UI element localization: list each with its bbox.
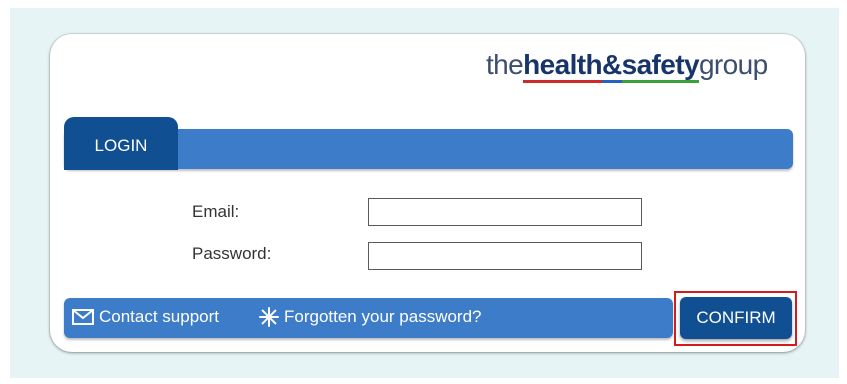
password-label: Password: [192, 244, 272, 263]
email-field[interactable] [368, 198, 642, 226]
logo-prefix: the [486, 49, 524, 80]
contact-support-label: Contact support [99, 307, 220, 326]
confirm-button[interactable]: CONFIRM [680, 297, 792, 339]
envelope-icon [72, 309, 94, 325]
logo-health: health [523, 49, 603, 83]
tab-login[interactable]: LOGIN [64, 117, 178, 170]
asterisk-icon [259, 307, 279, 327]
forgot-password-label: Forgotten your password? [284, 307, 482, 326]
contact-support-link[interactable]: Contact support [72, 307, 219, 327]
password-field[interactable] [368, 242, 642, 270]
email-label: Email: [192, 202, 240, 221]
logo-safety: safety [621, 49, 700, 83]
logo-amp: & [601, 49, 622, 83]
logo-suffix: group [698, 49, 768, 80]
brand-logo: thehealth&safetygroup [486, 48, 768, 83]
forgot-password-link[interactable]: Forgotten your password? [259, 307, 482, 327]
